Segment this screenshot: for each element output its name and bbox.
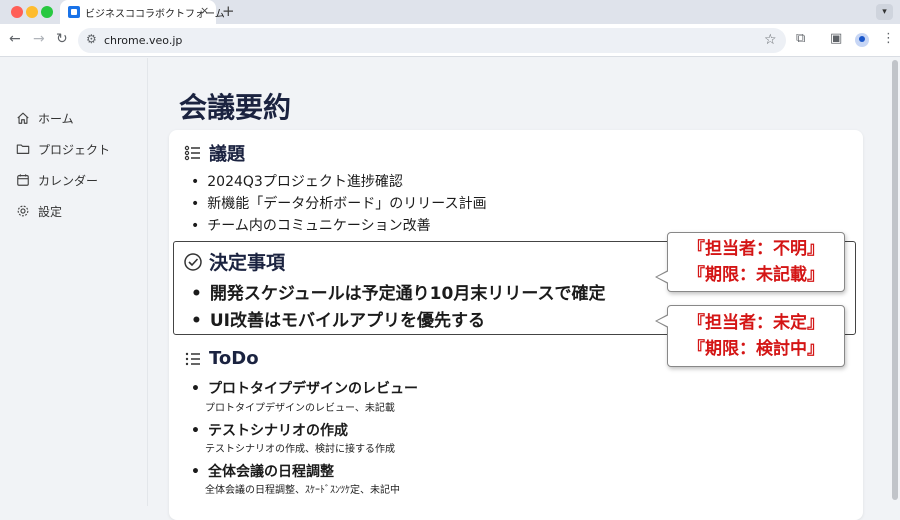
decisions-title: 決定事項 bbox=[209, 252, 286, 274]
maximize-window-button[interactable] bbox=[41, 6, 53, 18]
todo-item: 全体会議の日程調整 bbox=[191, 461, 334, 481]
close-window-button[interactable] bbox=[11, 6, 23, 18]
decisions-header: 決定事項 bbox=[183, 248, 285, 275]
scrollbar[interactable] bbox=[890, 58, 900, 506]
callout-deadline-text: 『期限：未記載』 bbox=[688, 265, 824, 285]
decision-item: UI改善はモバイルアプリを優先する bbox=[191, 306, 485, 331]
sidebar-item-project[interactable]: プロジェクト bbox=[16, 139, 110, 159]
page-title: 会議要約 bbox=[179, 91, 292, 124]
tab-search-button[interactable]: ▾ bbox=[876, 4, 893, 20]
gear-icon bbox=[17, 205, 29, 217]
site-settings-icon[interactable]: ⚙ bbox=[86, 32, 97, 46]
callout-owner-text: 『担当者：不明』 bbox=[688, 239, 824, 259]
decision-item: 開発スケジュールは予定通り10月末リリースで確定 bbox=[191, 279, 606, 304]
sidebar: ホーム プロジェクト カレンダー 設定 bbox=[0, 58, 148, 506]
sidebar-item-label: ホーム bbox=[38, 111, 74, 126]
check-circle-icon bbox=[184, 252, 202, 271]
todo-header: ToDo bbox=[183, 348, 259, 369]
new-tab-button[interactable]: + bbox=[222, 2, 235, 20]
agenda-title: 議題 bbox=[209, 144, 245, 165]
tab-bar: ビジネスココラボクトフォーム × + ▾ bbox=[0, 0, 900, 24]
callout-deadline-text: 『期限：検討中』 bbox=[688, 339, 824, 359]
agenda-item: 新機能「データ分析ボード」のリリース計画 bbox=[191, 193, 486, 213]
forward-arrow-icon[interactable]: → bbox=[33, 31, 45, 47]
todo-item: プロトタイプデザインのレビュー bbox=[191, 378, 418, 398]
side-panel-icon[interactable]: ▣ bbox=[830, 31, 842, 46]
sidebar-item-calendar[interactable]: カレンダー bbox=[16, 170, 98, 190]
todo-title: ToDo bbox=[209, 348, 259, 369]
more-menu-icon[interactable]: ⋮ bbox=[882, 31, 895, 46]
callout-owner-unknown: 『担当者：不明』 『期限：未記載』 bbox=[655, 232, 845, 292]
agenda-item: 2024Q3プロジェクト進捗確認 bbox=[191, 171, 403, 191]
browser-toolbar: ← → ↻ ⚙ chrome.veo.jp ☆ ⧉ ▣ ⋮ bbox=[0, 24, 900, 57]
bullet-list-icon bbox=[185, 352, 200, 365]
bookmark-star-icon[interactable]: ☆ bbox=[764, 32, 777, 48]
address-bar[interactable]: ⚙ chrome.veo.jp ☆ bbox=[78, 28, 786, 53]
sidebar-item-label: カレンダー bbox=[38, 173, 99, 188]
sidebar-item-settings[interactable]: 設定 bbox=[16, 201, 62, 221]
url-text[interactable]: chrome.veo.jp bbox=[104, 34, 182, 47]
tab-close-icon[interactable]: × bbox=[200, 4, 209, 17]
browser-tab[interactable]: ビジネスココラボクトフォーム × bbox=[60, 0, 225, 24]
sidebar-item-label: 設定 bbox=[38, 204, 63, 219]
callout-owner-undecided: 『担当者：未定』 『期限：検討中』 bbox=[655, 305, 845, 367]
agenda-item: チーム内のコミュニケーション改善 bbox=[191, 215, 430, 235]
reload-icon[interactable]: ↻ bbox=[56, 31, 68, 47]
todo-detail: 全体会議の日程調整、ｽｹｰﾄﾞｽﾝﾂｹ定、未記中 bbox=[205, 485, 400, 496]
scrollbar-thumb[interactable] bbox=[892, 60, 898, 500]
callout-owner-text: 『担当者：未定』 bbox=[688, 313, 824, 333]
agenda-header: 議題 bbox=[183, 140, 245, 166]
folder-icon bbox=[16, 144, 30, 154]
todo-detail: プロトタイプデザインのレビュー、未記載 bbox=[205, 403, 395, 414]
minimize-window-button[interactable] bbox=[26, 6, 38, 18]
sidebar-item-home[interactable]: ホーム bbox=[16, 108, 74, 128]
calendar-icon bbox=[17, 174, 29, 186]
sidebar-item-label: プロジェクト bbox=[38, 142, 111, 157]
profile-avatar-icon[interactable] bbox=[855, 33, 869, 47]
todo-item: テストシナリオの作成 bbox=[191, 420, 348, 440]
home-icon bbox=[17, 112, 29, 124]
extensions-icon[interactable]: ⧉ bbox=[796, 31, 805, 46]
site-favicon-icon bbox=[68, 6, 80, 18]
back-arrow-icon[interactable]: ← bbox=[9, 31, 21, 47]
todo-detail: テストシナリオの作成、検討に接する作成 bbox=[205, 444, 395, 455]
list-icon bbox=[184, 145, 200, 161]
